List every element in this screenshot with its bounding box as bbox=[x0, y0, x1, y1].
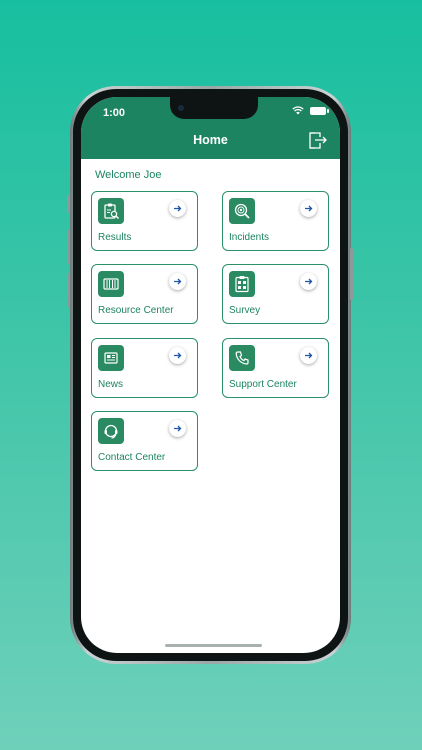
tile-incidents[interactable]: Incidents bbox=[222, 191, 329, 251]
logout-icon bbox=[309, 132, 327, 149]
arrow-right-icon[interactable] bbox=[169, 420, 186, 437]
tile-survey[interactable]: Survey bbox=[222, 264, 329, 324]
tile-label: Survey bbox=[229, 305, 261, 316]
side-button-mute bbox=[67, 195, 70, 213]
headset-icon bbox=[98, 418, 124, 444]
arrow-right-icon[interactable] bbox=[300, 347, 317, 364]
tile-label: News bbox=[98, 379, 124, 390]
notch bbox=[170, 97, 258, 119]
page-title: Home bbox=[193, 133, 228, 147]
tile-news[interactable]: News bbox=[91, 338, 198, 398]
tile-label: Contact Center bbox=[98, 452, 166, 463]
tile-label: Resource Center bbox=[98, 305, 174, 316]
tile-label: Incidents bbox=[229, 232, 270, 243]
side-button-power bbox=[350, 248, 353, 300]
tile-contact-center[interactable]: Contact Center bbox=[91, 411, 198, 471]
tile-support-center[interactable]: Support Center bbox=[222, 338, 329, 398]
arrow-right-icon[interactable] bbox=[169, 273, 186, 290]
side-button-volume-down bbox=[67, 273, 70, 307]
app-header: 1:00 Home bbox=[81, 97, 340, 159]
side-button-volume-up bbox=[67, 230, 70, 264]
status-time: 1:00 bbox=[103, 107, 126, 119]
library-icon bbox=[98, 271, 124, 297]
status-indicators bbox=[292, 106, 329, 115]
arrow-right-icon[interactable] bbox=[169, 200, 186, 217]
newspaper-icon bbox=[98, 345, 124, 371]
clipboard-search-icon bbox=[98, 198, 124, 224]
camera-icon bbox=[178, 105, 184, 111]
home-indicator bbox=[165, 644, 262, 647]
tile-label: Results bbox=[98, 232, 132, 243]
app-screen: 1:00 Home Welcome Joe Results Incidents … bbox=[81, 97, 340, 653]
logout-button[interactable] bbox=[306, 129, 328, 151]
fingerprint-search-icon bbox=[229, 198, 255, 224]
wifi-icon bbox=[292, 106, 304, 115]
arrow-right-icon[interactable] bbox=[300, 273, 317, 290]
survey-clipboard-icon bbox=[229, 271, 255, 297]
arrow-right-icon[interactable] bbox=[300, 200, 317, 217]
battery-icon bbox=[310, 106, 329, 115]
phone-frame: 1:00 Home Welcome Joe Results Incidents … bbox=[70, 86, 351, 664]
phone-icon bbox=[229, 345, 255, 371]
phone-bezel: 1:00 Home Welcome Joe Results Incidents … bbox=[73, 89, 348, 661]
arrow-right-icon[interactable] bbox=[169, 347, 186, 364]
tile-resource-center[interactable]: Resource Center bbox=[91, 264, 198, 324]
tile-label: Support Center bbox=[229, 379, 297, 390]
welcome-text: Welcome Joe bbox=[95, 169, 162, 181]
tile-results[interactable]: Results bbox=[91, 191, 198, 251]
